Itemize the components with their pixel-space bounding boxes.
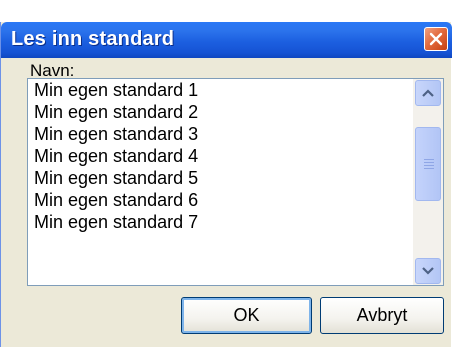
list-item[interactable]: Min egen standard 3 — [28, 123, 414, 145]
dialog-title: Les inn standard — [11, 28, 175, 50]
vertical-scrollbar[interactable] — [413, 79, 443, 285]
grip-line — [424, 162, 434, 163]
standards-listbox[interactable]: Min egen standard 1 Min egen standard 2 … — [27, 78, 444, 286]
scroll-thumb[interactable] — [415, 127, 441, 201]
list-item[interactable]: Min egen standard 5 — [28, 167, 414, 189]
ok-button[interactable]: OK — [181, 297, 312, 334]
list-item[interactable]: Min egen standard 4 — [28, 145, 414, 167]
list-item[interactable]: Min egen standard 1 — [28, 79, 414, 101]
chevron-down-icon — [422, 267, 434, 275]
close-icon — [429, 32, 443, 46]
list-item[interactable]: Min egen standard 2 — [28, 101, 414, 123]
close-button[interactable] — [424, 27, 448, 51]
grip-line — [424, 168, 434, 169]
grip-line — [424, 165, 434, 166]
list-item[interactable]: Min egen standard 7 — [28, 211, 414, 233]
list-item[interactable]: Min egen standard 6 — [28, 189, 414, 211]
scroll-up-button[interactable] — [415, 80, 441, 106]
cancel-button[interactable]: Avbryt — [320, 297, 444, 334]
grip-line — [424, 159, 434, 160]
chevron-up-icon — [422, 89, 434, 97]
title-bar[interactable]: Les inn standard — [1, 22, 452, 58]
scroll-down-button[interactable] — [415, 258, 441, 284]
standards-list: Min egen standard 1 Min egen standard 2 … — [28, 79, 414, 233]
